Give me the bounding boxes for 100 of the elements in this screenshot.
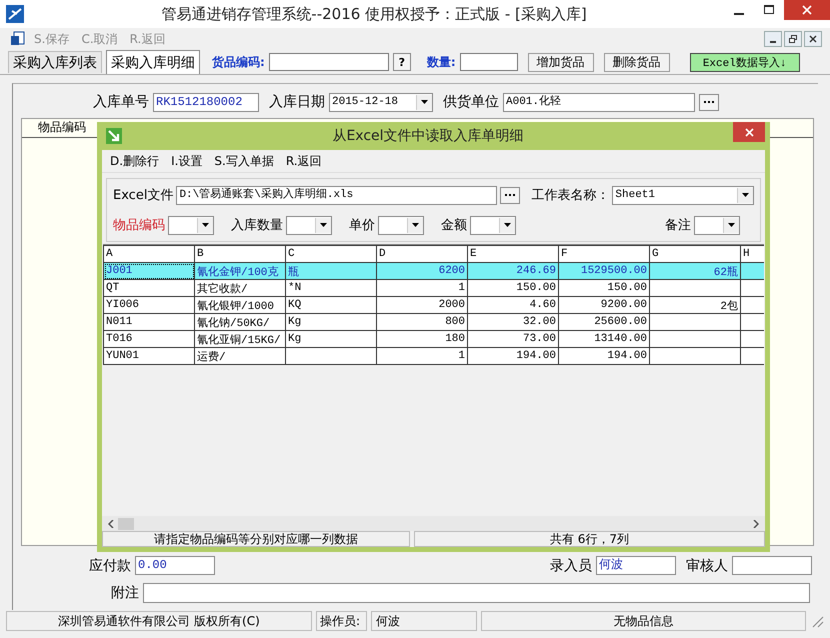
close-icon [802,5,812,15]
field-label: 工作表名称： [531,187,610,204]
date-dropdown[interactable]: 2015-12-18 [329,92,433,112]
field-label: 应付款 [89,556,131,574]
text-field[interactable] [732,556,812,575]
tab[interactable]: 采购入库明细 [106,50,200,74]
browse-button[interactable] [699,94,719,110]
browse-button[interactable] [500,186,520,204]
sheet-dropdown[interactable]: Sheet1 [612,186,754,204]
scrollbar-thumb[interactable] [118,518,134,530]
menu-item[interactable]: D.删除行 [106,152,164,170]
dropdown-arrow-icon [202,223,209,227]
table-cell: 150.00 [516,282,556,294]
close-button[interactable] [784,0,830,20]
supplier-field[interactable]: A001.化轻 [503,92,695,112]
close-icon [809,35,817,43]
column-header: 物品编码 [37,119,87,136]
column-header: B [194,246,286,262]
table-cell: 180 [445,333,465,345]
table-row[interactable]: YUN01 运费/ 1 194.00 194.00 [104,348,764,364]
column-header: D [376,246,468,262]
table-row[interactable]: N011 氰化钠/50KG/ Kg 800 32.00 25600.00 [104,314,764,330]
table-cell: 运费/ [197,352,226,364]
table-row[interactable]: QT 其它收款/ *N 1 150.00 150.00 [104,280,764,296]
dropdown-arrow-icon [421,100,428,104]
table-cell: 150.00 [607,282,647,294]
restore-button[interactable] [784,31,802,47]
close-button[interactable] [733,122,765,142]
table-cell: 13140.00 [594,333,647,345]
minimize-icon [770,41,776,43]
field-label: 备注 [665,217,691,234]
column-header: H [740,246,764,262]
maximize-icon [764,5,774,15]
column-header: G [650,246,740,262]
field-label: 供货单位 [443,93,499,111]
column-header: C [286,246,376,262]
quantity-field[interactable] [460,53,518,71]
menu-item[interactable]: R.返回 [282,152,326,170]
app-logo-icon [6,5,24,23]
table-cell: Kg [288,316,302,328]
field-label: 审核人 [686,556,728,574]
table-cell: 氰化银钾/1000 [197,300,274,312]
table-row[interactable]: YI006 氰化银钾/1000 KQ 2000 4.60 9200.00 2包 [104,296,764,314]
horizontal-scrollbar[interactable] [102,516,765,531]
restore-icon [789,35,797,43]
table-cell: 73.00 [522,333,556,345]
table-cell: T016 [106,333,132,345]
remark-field[interactable] [143,583,810,603]
status-text: 请指定物品编码等分别对应哪一列数据 [102,531,410,547]
menu-item[interactable]: S.写入单据 [210,152,278,170]
field-label: 物品编码 [113,217,165,234]
text-field[interactable]: 0.00 [135,556,215,575]
text-field[interactable]: 何波 [596,556,676,575]
column-dropdown[interactable] [168,216,214,234]
table-cell: 62瓶 [714,266,738,278]
table-cell: 氰化亚铜/15KG/ [197,334,281,346]
status-text: 共有 6行，7列 [414,531,765,547]
field-label: 单价 [349,217,375,234]
close-button[interactable] [804,31,822,47]
column-dropdown[interactable] [694,216,740,234]
field-label: 入库单号 [93,93,149,111]
text-field[interactable]: RK1512180002 [153,92,259,112]
field-label: 入库日期 [269,93,325,111]
table-cell: 1 [458,282,465,294]
action-button[interactable]: 增加货品 [528,52,594,72]
column-dropdown[interactable] [286,216,332,234]
lookup-button[interactable]: ? [392,53,411,71]
table-cell: KQ [288,299,302,311]
table-cell: 246.69 [516,265,556,277]
table-cell: 2000 [438,299,465,311]
column-dropdown[interactable] [378,216,424,234]
file-path-field[interactable]: D:\管易通账套\采购入库明细.xls [176,186,498,204]
table-cell: 9200.00 [600,299,647,311]
table-cell: 氰化金钾/100克 [197,266,278,278]
excel-import-button[interactable]: Excel数据导入↓ [690,52,800,72]
table-cell: QT [106,282,120,294]
menu-item[interactable]: I.设置 [167,152,206,170]
dropdown-arrow-icon [320,223,327,227]
action-button[interactable]: 删除货品 [604,52,670,72]
field-label: 附注 [111,584,139,602]
minimize-button[interactable] [764,31,782,47]
column-header: F [558,246,650,262]
field-label: 录入员 [550,556,592,574]
item-code-field[interactable] [268,53,389,71]
table-cell: 其它收款/ [197,284,248,296]
table-row[interactable]: J001 氰化金钾/100克 瓶 6200 246.69 1529500.00 62瓶 [104,262,764,280]
status-text: 深圳管易通软件有限公司 版权所有(C) [6,611,312,631]
table-row[interactable]: T016 氰化亚铜/15KG/ Kg 180 73.00 13140.00 [104,330,764,348]
dialog-title: 从Excel文件中读取入库单明细 [331,127,525,145]
table-cell: 25600.00 [594,316,647,328]
table-cell: 32.00 [522,316,556,328]
dropdown-arrow-icon [412,223,419,227]
close-icon [744,128,754,136]
table-cell: YUN01 [106,350,140,362]
column-dropdown[interactable] [470,216,516,234]
document-icon [10,31,26,47]
table-cell: 2包 [720,300,738,312]
table-cell: YI006 [106,299,140,311]
window-title: 管易通进销存管理系统--2016 使用权授予：正式版 - [采购入库] [160,4,588,24]
tab[interactable]: 采购入库列表 [8,51,102,73]
